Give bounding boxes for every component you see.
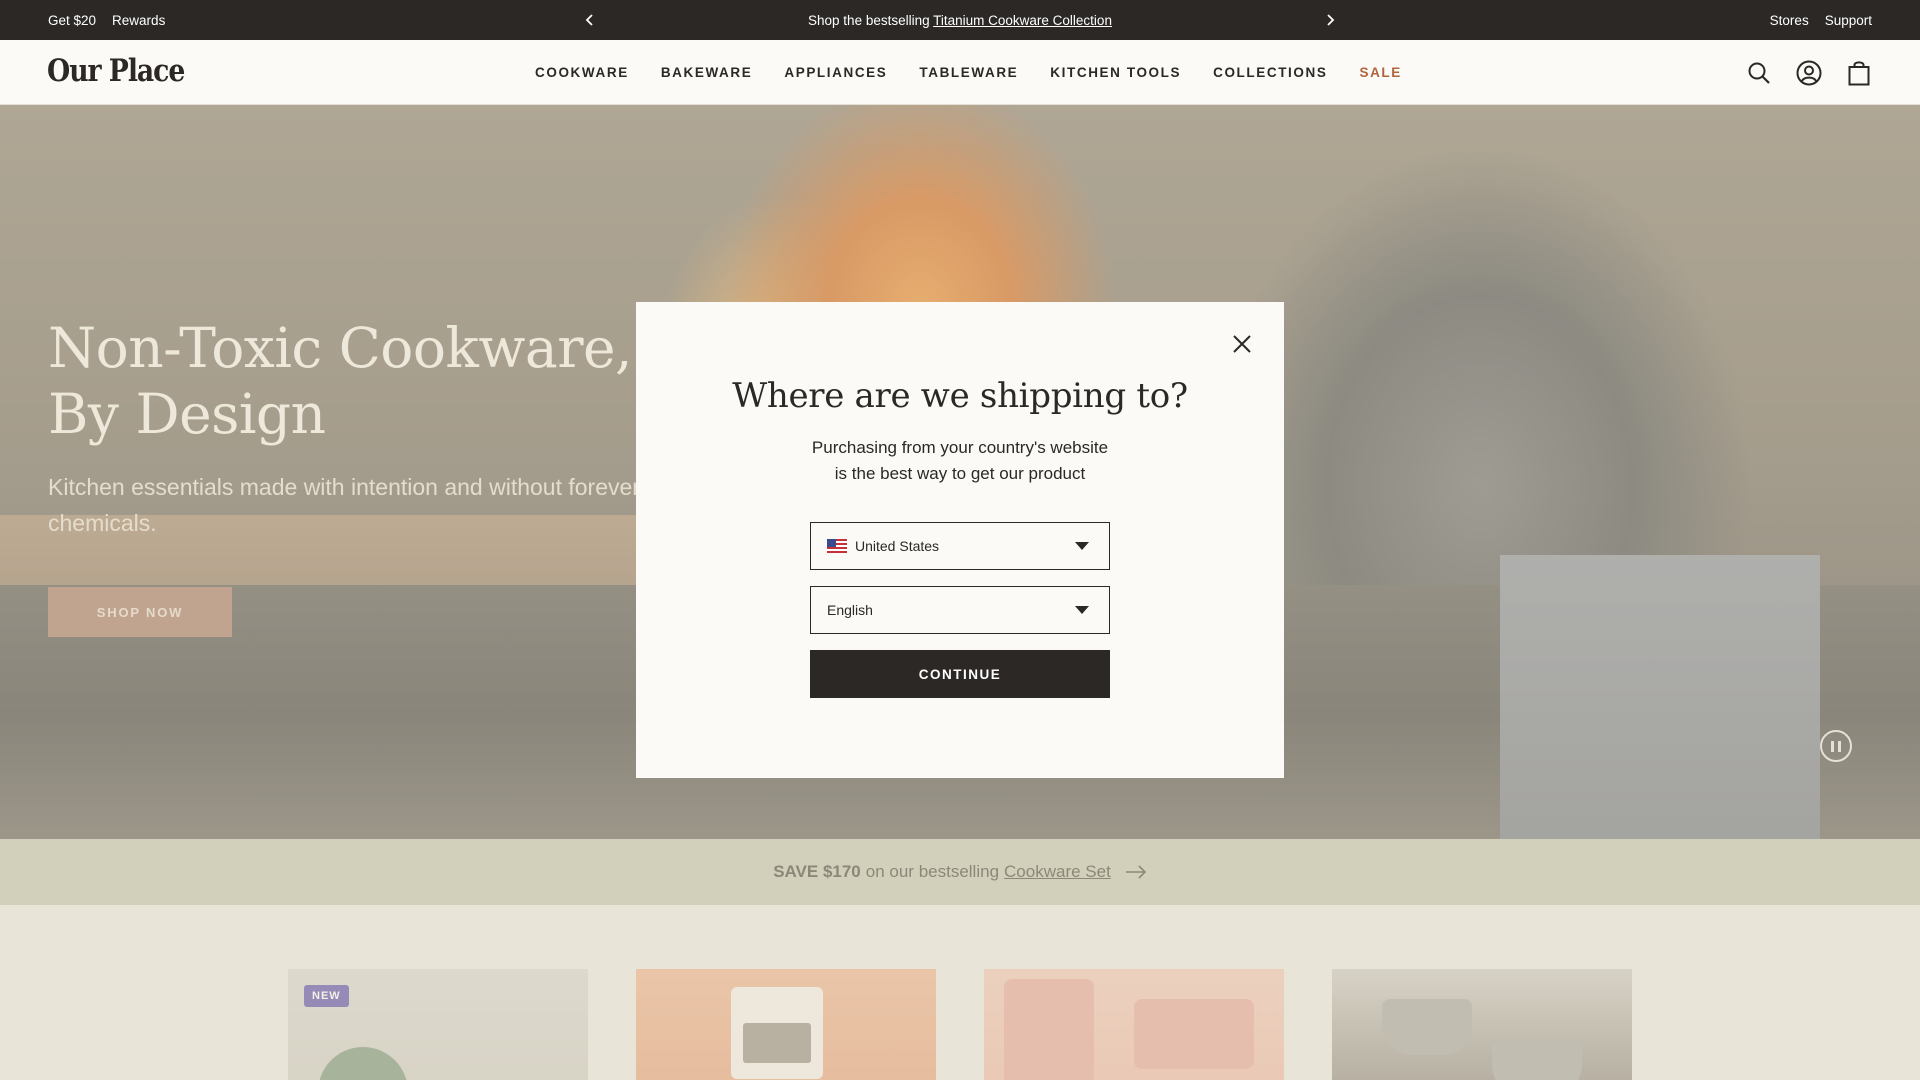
modal-description-line-1: Purchasing from your country's website	[811, 438, 1109, 457]
shipping-modal: Where are we shipping to? Purchasing fro…	[636, 302, 1284, 778]
nav-tableware[interactable]: TABLEWARE	[919, 65, 1018, 80]
announcement-carousel: Shop the bestselling Titanium Cookware C…	[580, 0, 1340, 40]
announcement-message-text: Shop the bestselling	[808, 12, 934, 28]
continue-button[interactable]: CONTINUE	[810, 650, 1110, 698]
search-icon[interactable]	[1746, 60, 1772, 86]
logo[interactable]: Our Place	[47, 53, 185, 89]
close-icon[interactable]	[1228, 330, 1256, 358]
stores-link[interactable]: Stores	[1770, 13, 1809, 28]
language-value: English	[827, 602, 873, 618]
main-nav: COOKWARE BAKEWARE APPLIANCES TABLEWARE K…	[535, 40, 1402, 105]
nav-collections[interactable]: COLLECTIONS	[1213, 65, 1327, 80]
nav-kitchen-tools[interactable]: KITCHEN TOOLS	[1050, 65, 1181, 80]
site-header: Our Place COOKWARE BAKEWARE APPLIANCES T…	[0, 40, 1920, 105]
nav-sale[interactable]: SALE	[1359, 65, 1401, 80]
country-select[interactable]: United States	[810, 522, 1110, 570]
titanium-collection-link[interactable]: Titanium Cookware Collection	[933, 13, 1112, 28]
modal-title: Where are we shipping to?	[732, 376, 1188, 416]
announcement-left: Get $20 Rewards	[48, 0, 165, 40]
language-select[interactable]: English	[810, 586, 1110, 634]
caret-down-icon	[1075, 606, 1089, 614]
cart-icon[interactable]	[1846, 60, 1872, 86]
us-flag-icon	[827, 539, 847, 553]
header-icons	[1746, 40, 1872, 105]
get-20-link[interactable]: Get $20	[48, 13, 96, 28]
nav-bakeware[interactable]: BAKEWARE	[661, 65, 753, 80]
account-icon[interactable]	[1796, 60, 1822, 86]
caret-down-icon	[1075, 542, 1089, 550]
nav-cookware[interactable]: COOKWARE	[535, 65, 629, 80]
chevron-right-icon[interactable]	[1320, 10, 1340, 30]
announcement-right: Stores Support	[1770, 0, 1872, 40]
nav-appliances[interactable]: APPLIANCES	[784, 65, 887, 80]
announcement-bar: Get $20 Rewards Shop the bestselling Tit…	[0, 0, 1920, 40]
announcement-message: Shop the bestselling Titanium Cookware C…	[808, 13, 1112, 28]
support-link[interactable]: Support	[1825, 13, 1872, 28]
modal-description: Purchasing from your country's website i…	[636, 435, 1284, 487]
chevron-left-icon[interactable]	[580, 10, 600, 30]
country-value: United States	[855, 538, 940, 554]
rewards-link[interactable]: Rewards	[112, 13, 165, 28]
modal-description-line-2: is the best way to get our product	[834, 464, 1086, 483]
